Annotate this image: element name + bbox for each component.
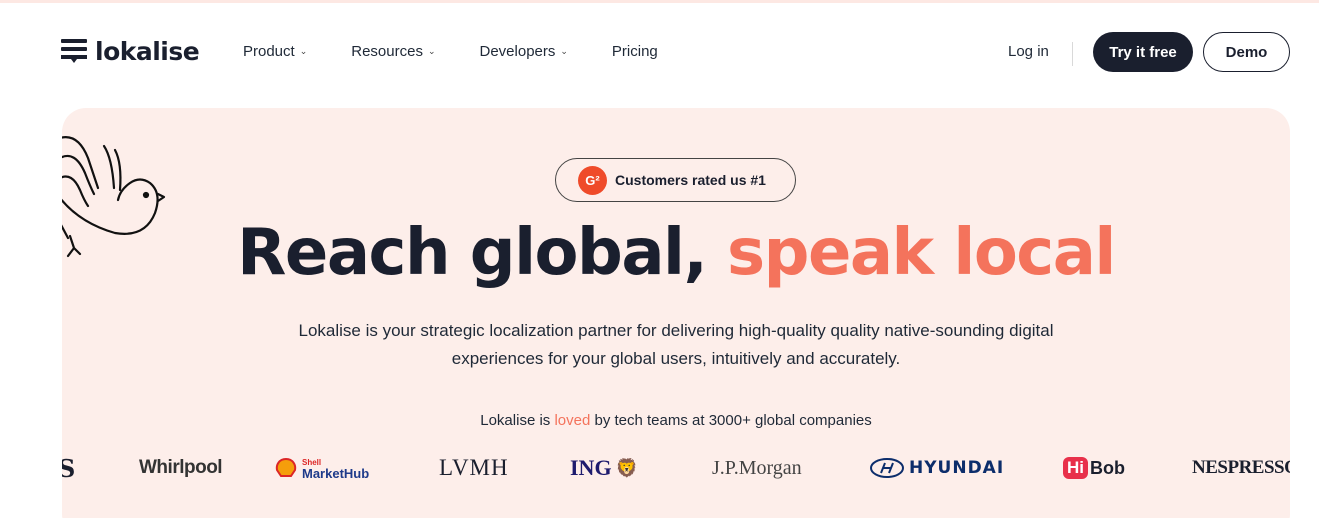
shell-icon: [275, 458, 297, 477]
try-it-free-button[interactable]: Try it free: [1093, 32, 1193, 72]
jpmorgan-logo: J.P.Morgan: [712, 456, 802, 479]
demo-button[interactable]: Demo: [1203, 32, 1290, 72]
customer-logo-strip: S Whirlpool Shell MarketHub LVMH ING 🦁 J.P…: [62, 448, 1290, 488]
nespresso-logo: NESPRESSO: [1192, 457, 1290, 478]
nav-item-label: Pricing: [611, 43, 658, 60]
nav-item-label: Developers: [479, 43, 556, 60]
headline-accent: speak local: [727, 216, 1116, 290]
nav-item-resources[interactable]: Resources ⌄: [351, 43, 435, 60]
ing-logo: ING 🦁: [570, 448, 638, 488]
lvmh-logo: LVMH: [439, 455, 509, 480]
top-navigation: lokalise Product ⌄ Resources ⌄ Developer…: [0, 30, 1319, 76]
markethub-line2: MarketHub: [302, 466, 370, 481]
hibob-logo: Hi Bob: [1063, 448, 1125, 488]
nav-item-developers[interactable]: Developers ⌄: [480, 43, 568, 60]
hero-section: G² Customers rated us #1 Reach global, s…: [62, 108, 1290, 518]
shell-markethub-logo: Shell MarketHub: [275, 448, 369, 488]
hero-subtext: Lokalise is your strategic localization …: [298, 321, 1054, 368]
ing-wordmark: ING: [570, 455, 612, 480]
g2-icon: G²: [578, 165, 607, 195]
nav-item-product[interactable]: Product ⌄: [243, 43, 307, 60]
whirlpool-logo: Whirlpool: [139, 457, 223, 478]
main-menu: Product ⌄ Resources ⌄ Developers ⌄ Prici…: [243, 43, 702, 60]
lokalise-logo-icon: [61, 39, 87, 63]
brand-name: lokalise: [95, 36, 200, 66]
chevron-down-icon: ⌄: [560, 46, 568, 56]
chevron-down-icon: ⌄: [299, 46, 308, 56]
hero-headline: Reach global, speak local: [62, 216, 1290, 290]
hibob-wordmark: Bob: [1090, 457, 1125, 478]
hyundai-wordmark: HYUNDAI: [909, 458, 1005, 478]
hyundai-icon: [870, 458, 904, 478]
lion-icon: 🦁: [615, 457, 638, 478]
top-accent-line: [0, 0, 1319, 3]
headline-main: Reach global,: [237, 216, 728, 290]
loved-highlight: loved: [554, 412, 591, 429]
loved-suffix: by tech teams at 3000+ global companies: [590, 412, 872, 429]
lokalise-logo[interactable]: lokalise: [60, 36, 200, 66]
login-link[interactable]: Log in: [1008, 43, 1049, 60]
hyundai-logo: HYUNDAI: [870, 448, 1004, 488]
social-proof-text: Lokalise is loved by tech teams at 3000+…: [62, 412, 1290, 429]
badge-text: Customers rated us #1: [615, 172, 766, 188]
rating-badge[interactable]: G² Customers rated us #1: [555, 158, 796, 202]
hibob-hi-mark: Hi: [1063, 457, 1088, 479]
markethub-wordmark: Shell MarketHub: [302, 457, 370, 481]
nav-item-label: Product: [243, 43, 295, 60]
loved-prefix: Lokalise is: [480, 412, 555, 429]
customer-logo: S: [62, 453, 76, 483]
nav-item-label: Resources: [351, 43, 423, 60]
nav-divider: [1072, 42, 1073, 66]
nav-item-pricing[interactable]: Pricing: [612, 43, 658, 60]
chevron-down-icon: ⌄: [427, 46, 436, 56]
